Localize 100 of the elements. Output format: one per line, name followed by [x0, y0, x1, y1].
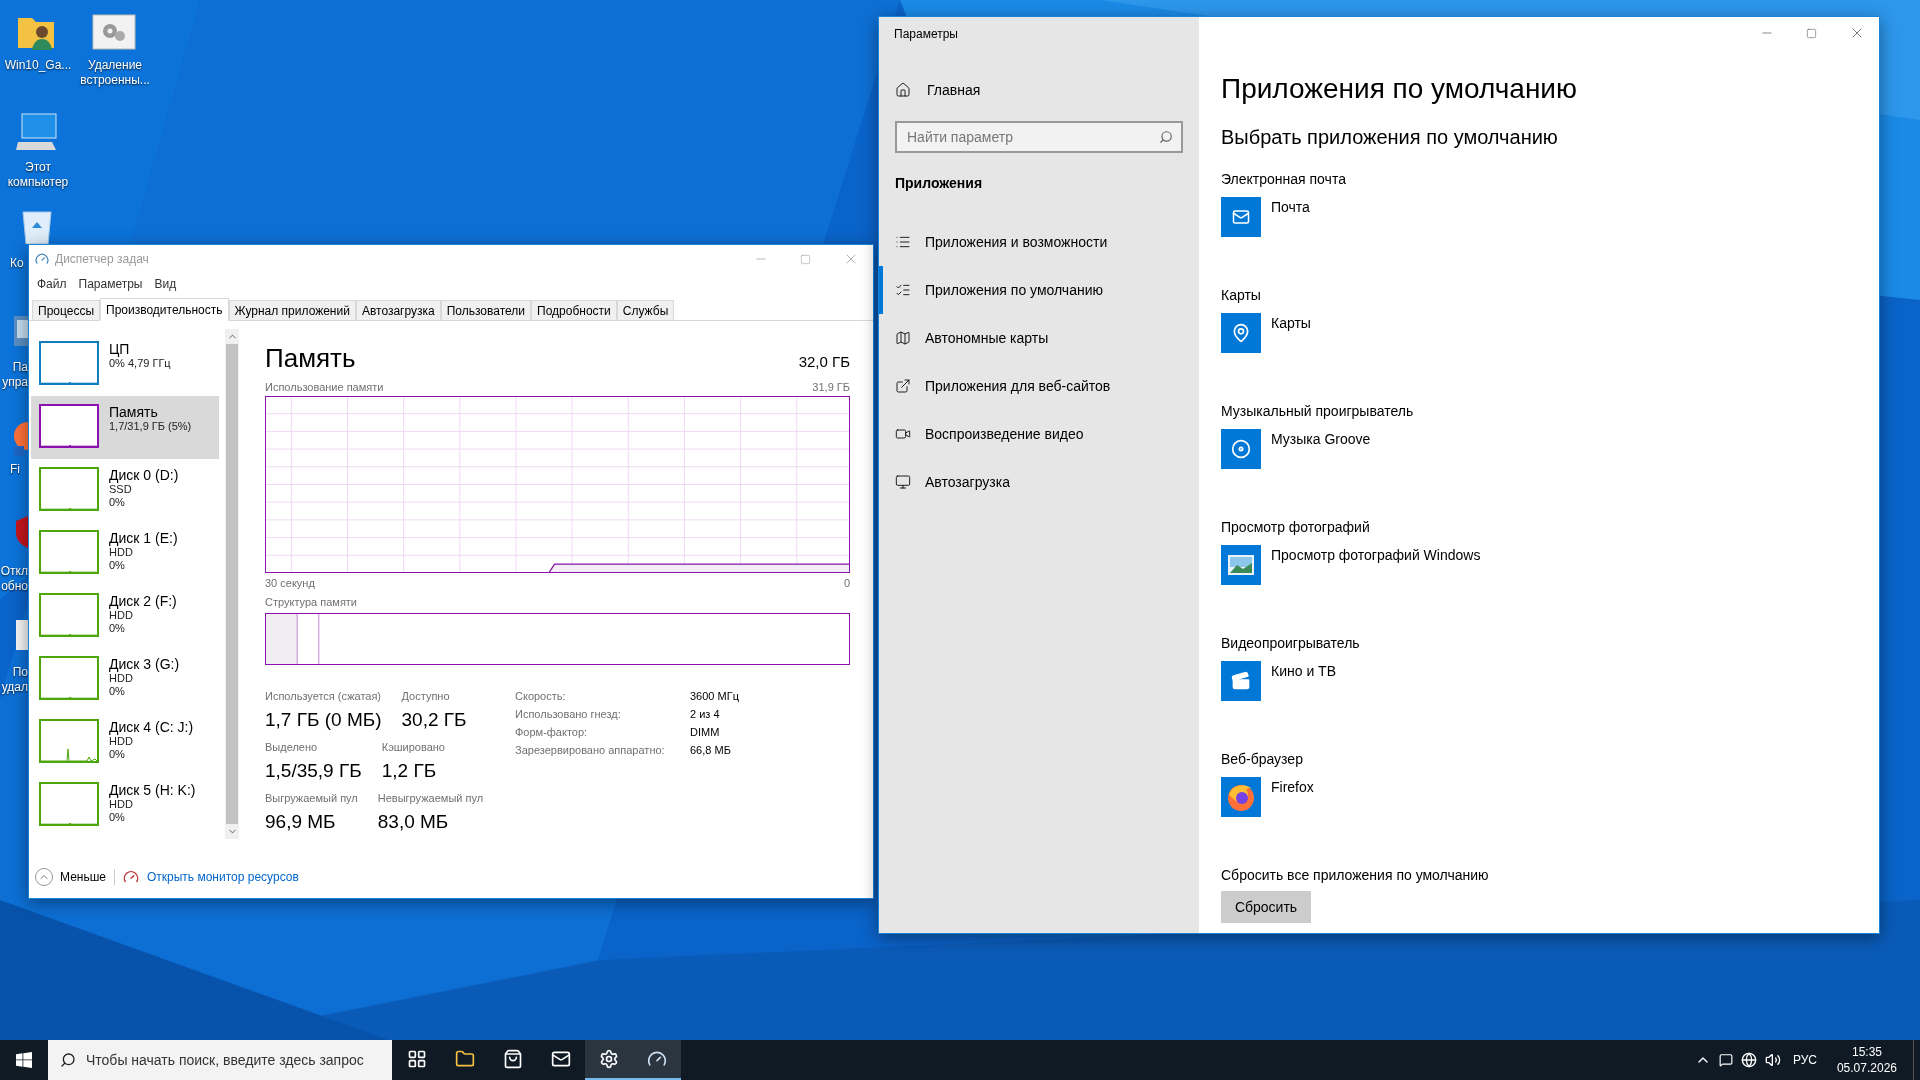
memory-total: 32,0 ГБ [798, 352, 850, 372]
maximize-icon[interactable] [1806, 27, 1817, 39]
default-app-button[interactable]: Firefox [1221, 777, 1314, 817]
resource-monitor-link[interactable]: Открыть монитор ресурсов [147, 868, 299, 886]
scrollbar[interactable] [225, 329, 239, 839]
taskbar-app[interactable] [585, 1040, 633, 1080]
tab[interactable]: Процессы [32, 300, 100, 320]
resource-item[interactable]: Диск 5 (H: K:) HDD 0% [31, 774, 219, 837]
menu-item[interactable]: Вид [148, 275, 183, 293]
default-app-button[interactable]: Почта [1221, 197, 1310, 237]
resource-detail: 1,7/31,9 ГБ (5%) [109, 420, 192, 433]
resource-detail: HDD [109, 609, 134, 622]
scroll-thumb[interactable] [226, 344, 238, 824]
reset-label: Сбросить все приложения по умолчанию [1221, 866, 1490, 885]
spec-label: Форм-фактор: [515, 724, 589, 740]
resource-name: Память [109, 404, 159, 420]
desktop-icon-label: Откл обно [0, 564, 28, 594]
home-link[interactable]: Главная [879, 70, 1199, 110]
stat-label: Невыгружаемый пул [377, 791, 484, 805]
spec-value: 2 из 4 [690, 706, 720, 722]
stat-value: 1,5/35,9 ГБ [265, 759, 362, 783]
search-field[interactable]: Найти параметр [895, 121, 1183, 153]
tab[interactable]: Пользователи [440, 300, 532, 320]
resource-item[interactable]: Диск 0 (D:) SSD 0% [31, 459, 219, 522]
resource-item[interactable]: Память 1,7/31,9 ГБ (5%) [31, 396, 219, 459]
external-link-icon [895, 378, 911, 394]
envelope-icon [551, 1049, 571, 1069]
stat-value: 83,0 МБ [377, 810, 450, 834]
nav-item[interactable]: Воспроизведение видео [879, 410, 1199, 458]
clock[interactable]: 15:35 05.07.2026 [1828, 1044, 1905, 1076]
page-heading: Приложения по умолчанию [1221, 72, 1578, 106]
default-app-button[interactable]: Кино и ТВ [1221, 661, 1336, 701]
chart-label: Использование памяти [265, 380, 384, 394]
photo-icon [1221, 545, 1261, 585]
chart-min-label: 0 [843, 576, 850, 590]
resource-detail: HDD [109, 735, 134, 748]
taskbar-app[interactable] [633, 1040, 681, 1080]
detail-title: Память [265, 342, 356, 374]
menu-item[interactable]: Параметры [72, 275, 149, 293]
taskbar-search-field[interactable]: Чтобы начать поиск, введите здесь запрос [48, 1040, 392, 1080]
home-icon [895, 82, 911, 98]
resource-detail: 0% [109, 622, 126, 635]
default-app-button[interactable]: Музыка Groove [1221, 429, 1371, 469]
desktop-icon-label: Па упра [2, 360, 28, 390]
nav-item[interactable]: Автозагрузка [879, 458, 1199, 506]
checklist-icon [895, 282, 911, 298]
stat-label: Выделено [265, 740, 319, 754]
desktop-icon-label: По удал [0, 665, 28, 695]
nav-item[interactable]: Приложения и возможности [879, 218, 1199, 266]
tab[interactable]: Подробности [531, 300, 617, 320]
resource-name: ЦП [109, 341, 131, 357]
tab[interactable]: Автозагрузка [355, 300, 441, 320]
resource-item[interactable]: Диск 4 (C: J:) HDD 0% [31, 711, 219, 774]
nav-item[interactable]: Приложения для веб-сайтов [879, 362, 1199, 410]
stat-label: Доступно [401, 689, 451, 703]
resource-item[interactable]: Диск 1 (E:) HDD 0% [31, 522, 219, 585]
gear-window-icon [92, 14, 136, 50]
resource-name: Диск 1 (E:) [109, 530, 178, 546]
resource-name: Диск 0 (D:) [109, 467, 179, 483]
spec-label: Зарезервировано аппаратно: [515, 742, 666, 758]
tab[interactable]: Журнал приложений [228, 300, 356, 320]
monitor-icon [895, 474, 911, 490]
language-indicator[interactable]: РУС [1788, 1051, 1821, 1069]
resource-detail: 0% [109, 496, 126, 509]
shield-icon [16, 516, 28, 548]
category-label: Музыкальный проигрыватель [1221, 402, 1415, 421]
resource-detail: 0% 4,79 ГГц [109, 357, 171, 370]
tab[interactable]: Производительность [100, 298, 229, 321]
menu-item[interactable]: Файл [31, 275, 73, 293]
stat-value: 96,9 МБ [265, 810, 337, 834]
search-icon[interactable] [1159, 130, 1173, 144]
volume-icon[interactable] [1764, 1052, 1781, 1068]
resource-detail: HDD [109, 798, 134, 811]
resource-detail: 0% [109, 811, 126, 824]
task-view-icon [407, 1049, 427, 1069]
settings-icon [599, 1049, 619, 1069]
resource-name: Диск 2 (F:) [109, 593, 177, 609]
maximize-icon[interactable] [800, 253, 811, 265]
default-app-button[interactable]: Просмотр фотографий Windows [1221, 545, 1481, 585]
resource-detail: 0% [109, 748, 126, 761]
window-title: Диспетчер задач [55, 251, 149, 268]
tab[interactable]: Службы [616, 300, 675, 320]
stat-value: 1,7 ГБ (0 МБ) [265, 708, 382, 732]
nav-item[interactable]: Автономные карты [879, 314, 1199, 362]
resource-item[interactable]: ЦП 0% 4,79 ГГц [31, 333, 219, 396]
spec-value: 3600 МГц [690, 688, 739, 704]
resource-item[interactable]: Диск 3 (G:) HDD 0% [31, 648, 219, 711]
default-app-button[interactable]: Карты [1221, 313, 1311, 353]
desktop-icon-label: Этот компьютер [6, 160, 70, 190]
category-label: Веб-браузер [1221, 750, 1304, 769]
chart-max-label: 31,9 ГБ [812, 380, 850, 394]
network-icon[interactable] [1740, 1052, 1757, 1068]
fewer-details-button[interactable]: Меньше [35, 868, 106, 886]
windows-logo-icon [16, 1052, 32, 1068]
list-icon [895, 234, 911, 250]
reset-button[interactable]: Сбросить [1221, 891, 1311, 923]
stat-value: 30,2 ГБ [401, 708, 467, 732]
resource-item[interactable]: Диск 2 (F:) HDD 0% [31, 585, 219, 648]
folder-icon [455, 1049, 475, 1069]
composition-label: Структура памяти [265, 595, 359, 609]
